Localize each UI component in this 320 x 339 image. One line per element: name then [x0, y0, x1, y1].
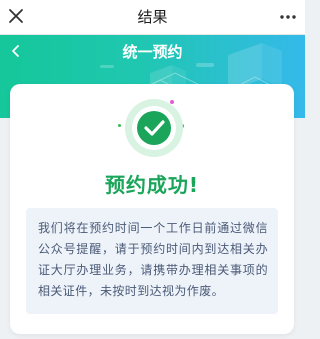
- top-bar: 结果: [0, 0, 305, 35]
- decor-dot: [118, 124, 121, 127]
- notice-message: 我们将在预约时间一个工作日前通过微信公众号提醒，请于预约时间内到达相关办证大厅办…: [26, 208, 278, 314]
- result-card: 预约成功! 我们将在预约时间一个工作日前通过微信公众号提醒，请于预约时间内到达相…: [10, 84, 294, 334]
- page-title: 结果: [137, 8, 168, 26]
- checkmark-icon: [125, 99, 183, 157]
- success-title: 预约成功!: [104, 173, 200, 197]
- more-icon[interactable]: [279, 14, 297, 20]
- banner-title: 统一预约: [122, 43, 183, 61]
